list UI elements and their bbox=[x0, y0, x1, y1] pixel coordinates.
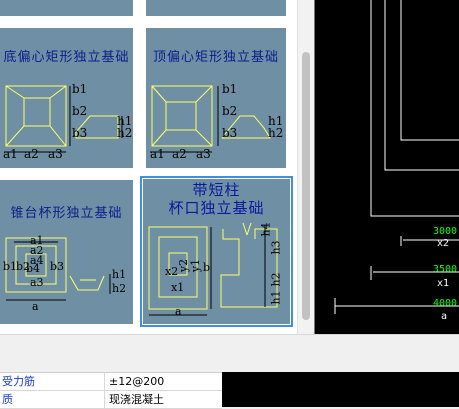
gallery-item-top-eccentric-rect[interactable]: 顶偏心矩形独立基础 b1 b2 b3 h1 h2 a1 a2 a3 bbox=[146, 28, 286, 168]
dim-label: a bbox=[32, 300, 39, 313]
dim-label: h1 bbox=[112, 268, 127, 281]
gallery-scrollbar[interactable] bbox=[297, 0, 314, 334]
cad-dim-3500: 3500 bbox=[433, 264, 458, 275]
dim-label: a bbox=[175, 305, 182, 318]
dim-label: a3 bbox=[30, 276, 44, 289]
cad-label-x2: x2 bbox=[437, 238, 450, 249]
cad-label-x1: x1 bbox=[437, 278, 450, 289]
dim-label: b1 bbox=[3, 260, 18, 273]
gallery-item-bottom-eccentric-rect[interactable]: 底偏心矩形独立基础 b1 b2 b3 h1 h2 a1 a2 a3 bbox=[0, 28, 133, 168]
dim-label: h3 bbox=[269, 240, 283, 255]
dim-label: b2 bbox=[72, 104, 88, 118]
dim-label: h2 bbox=[117, 126, 133, 140]
dim-label: a1 bbox=[150, 147, 165, 161]
dim-label: h4 bbox=[259, 222, 273, 237]
foundation-diagram bbox=[5, 237, 111, 301]
table-row[interactable]: 质 现浇混凝土 bbox=[0, 391, 222, 409]
dim-label: b4 bbox=[26, 262, 41, 275]
gallery-item-cone-cup[interactable]: 锥台杯形独立基础 a1 a2 a3 a4 b1 b2 b3 b4 h1 h2 a bbox=[0, 180, 133, 324]
property-table: 受力筋 ±12@200 质 现浇混凝土 bbox=[0, 372, 222, 409]
cad-canvas-lower[interactable] bbox=[222, 372, 459, 407]
cad-dim-3000: 3000 bbox=[433, 226, 458, 237]
dim-label: b1 bbox=[72, 82, 88, 96]
dim-label: h2 bbox=[269, 272, 283, 287]
cad-drawing-canvas[interactable]: 3000 x2 3500 x1 4000 a bbox=[314, 0, 459, 334]
dim-label: h1 bbox=[269, 290, 283, 305]
dim-label: h2 bbox=[112, 282, 127, 295]
dim-label: x1 bbox=[171, 281, 185, 294]
dim-label: b bbox=[203, 261, 211, 274]
dim-label: a3 bbox=[196, 147, 211, 161]
dim-label: b1 bbox=[222, 82, 238, 96]
dim-label: b2 bbox=[222, 104, 238, 118]
property-name: 受力筋 bbox=[2, 375, 35, 388]
dim-label: a2 bbox=[24, 147, 39, 161]
gallery-item-short-column-cup[interactable]: 带短柱 杯口独立基础 x2 y2 y1 x1 b a h4 h3 h2 h1 bbox=[140, 176, 293, 327]
dim-label: a2 bbox=[172, 147, 187, 161]
scrollbar-thumb[interactable] bbox=[302, 52, 310, 320]
dim-label: h2 bbox=[268, 126, 284, 140]
cad-dim-4000: 4000 bbox=[433, 298, 458, 309]
dim-label: y1 bbox=[189, 258, 203, 273]
gallery-item-top-left[interactable] bbox=[0, 0, 133, 16]
foundation-diagram bbox=[4, 85, 123, 153]
gallery-item-top-right[interactable] bbox=[146, 0, 286, 16]
dim-label: b3 bbox=[72, 126, 88, 140]
dim-label: a1 bbox=[3, 147, 18, 161]
table-row[interactable]: 受力筋 ±12@200 bbox=[0, 373, 222, 391]
property-name: 质 bbox=[2, 393, 13, 406]
cad-label-a: a bbox=[441, 311, 448, 322]
property-value[interactable]: ±12@200 bbox=[104, 373, 225, 390]
dim-label: a3 bbox=[48, 147, 63, 161]
foundation-diagram bbox=[148, 222, 278, 316]
foundation-type-gallery: 底偏心矩形独立基础 b1 b2 b3 h1 h2 a1 a2 a3 顶偏心矩形独… bbox=[0, 0, 297, 334]
property-value[interactable]: 现浇混凝土 bbox=[104, 391, 225, 408]
foundation-diagram bbox=[150, 85, 271, 153]
dialog-bottom-strip bbox=[0, 334, 459, 377]
dim-label: b3 bbox=[222, 126, 238, 140]
dim-label: b3 bbox=[50, 260, 65, 273]
